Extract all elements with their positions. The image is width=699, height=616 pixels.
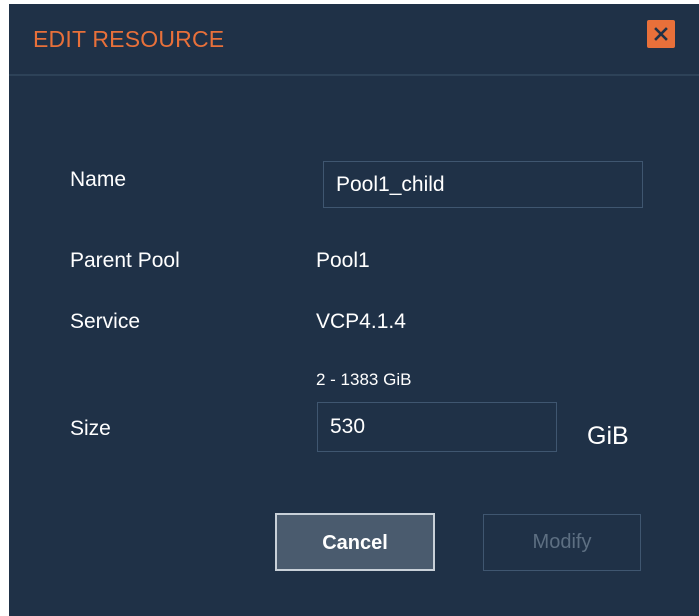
service-value: VCP4.1.4 <box>316 310 406 333</box>
size-range-hint: 2 - 1383 GiB <box>316 370 412 389</box>
name-label: Name <box>70 168 127 191</box>
close-button[interactable] <box>647 20 675 48</box>
edit-resource-dialog: EDIT RESOURCE Name Parent Pool Pool1 Ser… <box>9 4 699 616</box>
parent-pool-value: Pool1 <box>316 249 370 272</box>
size-label: Size <box>70 417 111 440</box>
dialog-title: EDIT RESOURCE <box>33 26 225 52</box>
name-input[interactable] <box>323 161 643 208</box>
cancel-button[interactable]: Cancel <box>275 513 435 571</box>
modify-button[interactable]: Modify <box>483 514 641 571</box>
size-unit: GiB <box>587 422 629 450</box>
service-label: Service <box>70 310 141 333</box>
parent-pool-label: Parent Pool <box>70 249 180 272</box>
close-icon <box>654 27 668 41</box>
size-input[interactable] <box>317 402 557 452</box>
dialog-header: EDIT RESOURCE <box>9 4 699 76</box>
